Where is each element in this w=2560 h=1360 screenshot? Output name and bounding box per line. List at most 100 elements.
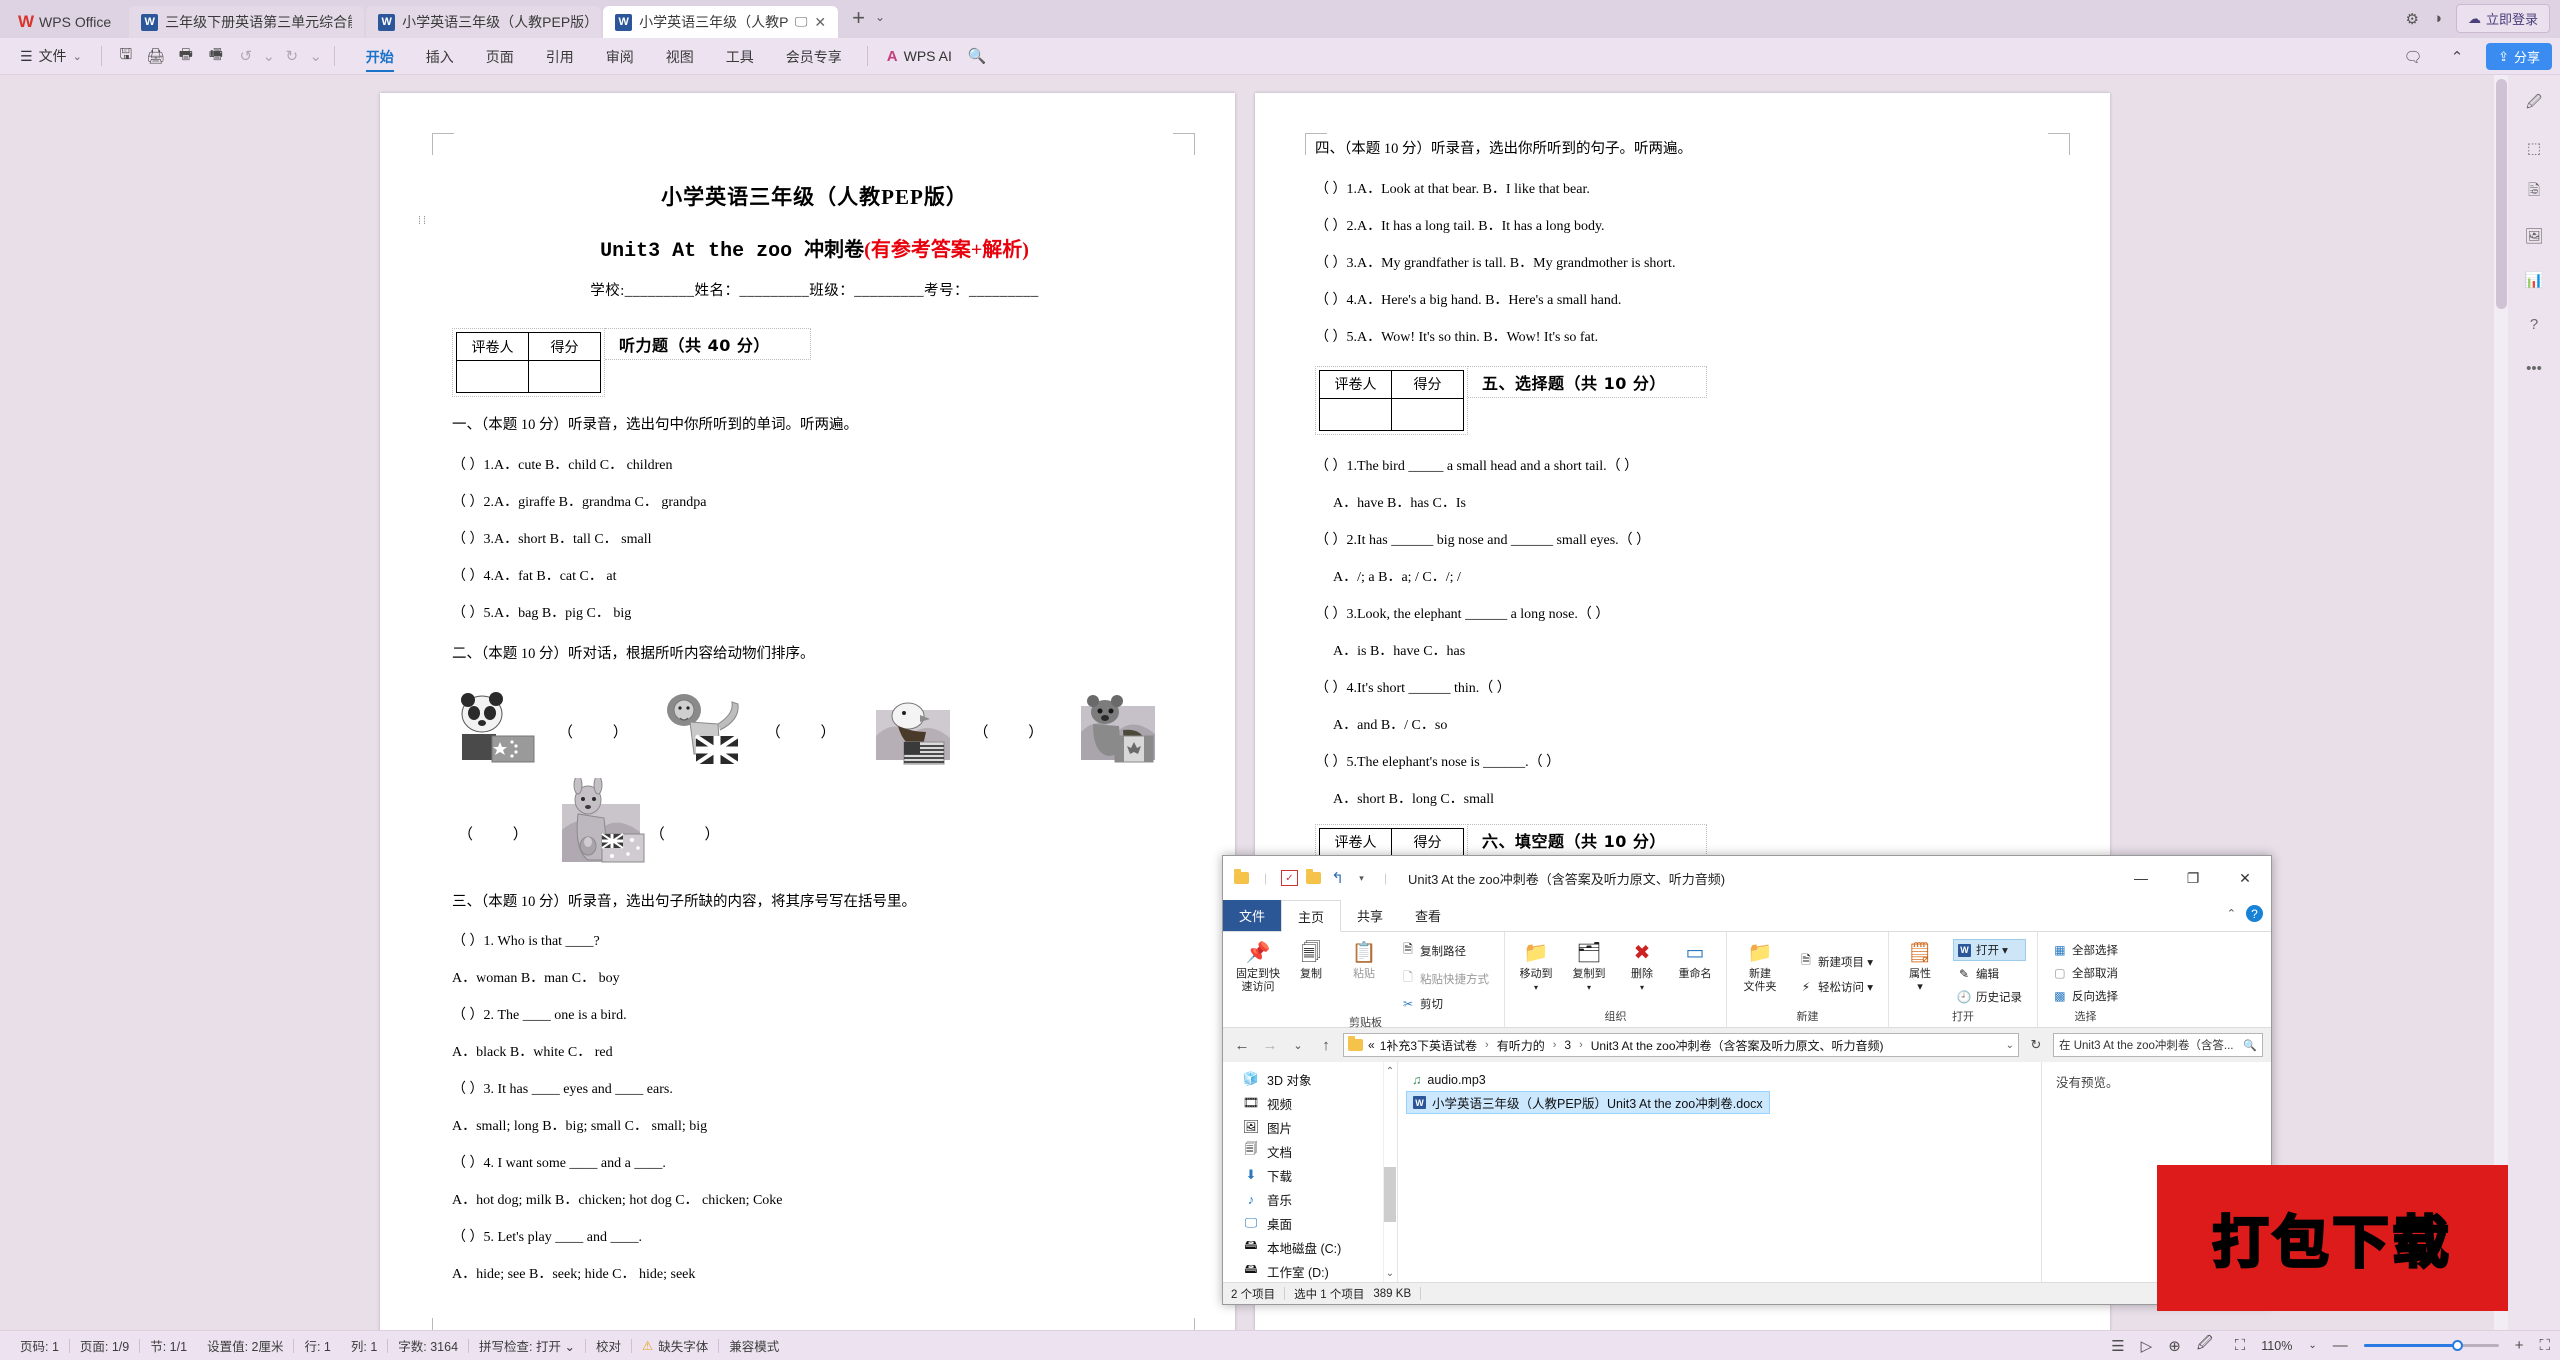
ribbon-tab-insert[interactable]: 插入 xyxy=(410,39,470,74)
chevron-down-icon[interactable]: ▾ xyxy=(1587,983,1591,992)
text-box-icon[interactable]: 🗟 xyxy=(2521,179,2547,205)
search-icon[interactable]: 🔍 xyxy=(2243,1039,2257,1052)
zoom-slider-knob[interactable] xyxy=(2451,1340,2463,1351)
paragraph-handle-icon[interactable]: ⁞⁞ xyxy=(418,215,428,227)
scroll-down-icon[interactable]: ⌄ xyxy=(1384,1266,1396,1280)
question-2-blank-5[interactable]: （ ） xyxy=(644,823,744,870)
address-breadcrumb-box[interactable]: « 1补充3下英语试卷 › 有听力的 › 3 › Unit3 At the zo… xyxy=(1343,1033,2019,1057)
collapse-ribbon-icon[interactable]: ⌃ xyxy=(2227,907,2236,920)
chevron-down-icon[interactable]: ▾ xyxy=(1640,983,1644,992)
chevron-down-icon[interactable]: ▾ xyxy=(1534,983,1538,992)
copy-path-button[interactable]: 🗎 复制路径 xyxy=(1397,938,1493,963)
outline-icon[interactable]: ☰ xyxy=(2111,1337,2124,1355)
zoom-slider[interactable] xyxy=(2363,1340,2499,1351)
document-tab-1[interactable]: W 三年级下册英语第三单元综合能力提( xyxy=(129,6,365,38)
status-missing-font[interactable]: ⚠ 缺失字体 xyxy=(632,1336,718,1355)
file-menu-button[interactable]: ☰ 文件 ⌄ xyxy=(10,46,92,66)
folder-icon[interactable] xyxy=(1233,869,1250,886)
comment-icon[interactable]: 🗨 xyxy=(2398,44,2428,70)
address-chevron-down-icon[interactable]: ⌄ xyxy=(2006,1040,2014,1051)
edit-button[interactable]: ✎ 编辑 xyxy=(1953,964,2026,984)
ribbon-tab-tools[interactable]: 工具 xyxy=(710,39,770,74)
search-icon[interactable]: 🔍 xyxy=(962,43,992,69)
ribbon-tab-page[interactable]: 页面 xyxy=(470,39,530,74)
copy-to-button[interactable]: 🗂 复制到 ▾ xyxy=(1565,936,1613,1010)
maximize-button[interactable]: ❐ xyxy=(2167,856,2219,900)
list-item[interactable]: W 小学英语三年级（人教PEP版）Unit3 At the zoo冲刺卷.doc… xyxy=(1406,1091,1770,1114)
pin-to-quick-access-button[interactable]: 📌 固定到快 速访问 xyxy=(1234,936,1282,1016)
recent-locations-chevron-down-icon[interactable]: ⌄ xyxy=(1287,1039,1309,1052)
edit-lock-icon[interactable]: 🖉 xyxy=(2521,91,2547,117)
invert-selection-button[interactable]: ▩ 反向选择 xyxy=(2049,986,2122,1006)
select-none-button[interactable]: ▢ 全部取消 xyxy=(2049,963,2122,983)
chart-icon[interactable]: 📊 xyxy=(2521,267,2547,293)
zoom-in-button[interactable]: + xyxy=(2515,1337,2524,1354)
minimize-button[interactable]: — xyxy=(2115,856,2167,900)
cut-button[interactable]: ✂ 剪切 xyxy=(1397,994,1493,1014)
score-table-cell[interactable] xyxy=(528,360,601,393)
sidebar-item-desktop[interactable]: 🖵 桌面 xyxy=(1223,1211,1397,1235)
question-2-blank-1[interactable]: （ ） xyxy=(544,721,660,768)
redo-icon[interactable]: ↻ xyxy=(277,43,307,69)
status-word-count[interactable]: 字数: 3164 xyxy=(388,1336,468,1355)
monitor-icon[interactable]: 🖵 xyxy=(795,14,808,30)
login-button[interactable]: ☁ 立即登录 xyxy=(2455,4,2550,33)
score-table-cell[interactable] xyxy=(1319,397,1392,431)
document-tab-2[interactable]: W 小学英语三年级（人教PEP版）Unit3 xyxy=(366,6,602,38)
paste-shortcut-button[interactable]: 🗋 粘贴快捷方式 xyxy=(1397,966,1493,991)
breadcrumb-item-3[interactable]: 3 xyxy=(1564,1038,1571,1052)
new-folder-icon[interactable] xyxy=(1305,869,1322,886)
select-all-button[interactable]: ▦ 全部选择 xyxy=(2049,940,2122,960)
select-icon[interactable]: ⬚ xyxy=(2521,135,2547,161)
refresh-icon[interactable]: ↻ xyxy=(2025,1037,2047,1053)
explorer-tab-home[interactable]: 主页 xyxy=(1281,900,1342,932)
undo-icon[interactable]: ↺ xyxy=(231,43,261,69)
history-button[interactable]: 🕘 历史记录 xyxy=(1953,987,2026,1007)
status-spellcheck[interactable]: 拼写检查: 打开 ⌄ xyxy=(469,1336,585,1355)
collapse-ribbon-icon[interactable]: ⌃ xyxy=(2442,44,2472,70)
up-button[interactable]: ↑ xyxy=(1315,1037,1337,1054)
pen-icon[interactable]: 🖉 xyxy=(2197,1333,2213,1358)
sidebar-item-local-disk-c[interactable]: 🖴 本地磁盘 (C:) xyxy=(1223,1235,1397,1259)
move-to-button[interactable]: 📁 移动到 ▾ xyxy=(1512,936,1560,1010)
sidebar-item-videos[interactable]: 🎞 视频 xyxy=(1223,1091,1397,1115)
theme-icon[interactable]: ◑ xyxy=(2433,10,2442,27)
document-scrollbar-thumb[interactable] xyxy=(2496,79,2507,309)
zoom-chevron-down-icon[interactable]: ⌄ xyxy=(2308,1340,2316,1351)
file-explorer-window[interactable]: | ✓ ↰ ▾ | Unit3 At the zoo冲刺卷（含答案及听力原文、听… xyxy=(1222,855,2272,1305)
close-button[interactable]: ✕ xyxy=(2219,856,2271,900)
ribbon-tab-review[interactable]: 审阅 xyxy=(590,39,650,74)
print-search-icon[interactable]: 🖷 xyxy=(201,43,231,69)
explorer-tab-share[interactable]: 共享 xyxy=(1341,900,1399,931)
forward-button[interactable]: → xyxy=(1259,1037,1281,1054)
question-2-blank-3[interactable]: （ ） xyxy=(960,721,1076,768)
close-icon[interactable]: ✕ xyxy=(814,14,826,31)
web-icon[interactable]: ⊕ xyxy=(2168,1337,2181,1355)
scroll-up-icon[interactable]: ⌃ xyxy=(1384,1064,1396,1078)
explorer-file-list[interactable]: ♫ audio.mp3 W 小学英语三年级（人教PEP版）Unit3 At th… xyxy=(1398,1062,2041,1282)
breadcrumb-item-1[interactable]: 1补充3下英语试卷 xyxy=(1380,1037,1477,1054)
sidebar-item-music[interactable]: ♪ 音乐 xyxy=(1223,1187,1397,1211)
ribbon-tab-member[interactable]: 会员专享 xyxy=(770,39,858,74)
fit-page-icon[interactable]: ⛶ xyxy=(2229,1337,2246,1354)
explorer-title-bar[interactable]: | ✓ ↰ ▾ | Unit3 At the zoo冲刺卷（含答案及听力原文、听… xyxy=(1223,856,2271,900)
undo-chevron-down-icon[interactable]: ⌄ xyxy=(261,43,277,69)
print-preview-icon[interactable]: 🖨 xyxy=(141,43,171,69)
search-input[interactable]: 在 Unit3 At the zoo冲刺卷（含答... 🔍 xyxy=(2053,1033,2263,1057)
ribbon-tab-start[interactable]: 开始 xyxy=(350,39,410,74)
explorer-tab-view[interactable]: 查看 xyxy=(1399,900,1457,931)
properties-button[interactable]: 🗒 属性 ▾ xyxy=(1896,936,1944,1010)
open-with-button[interactable]: W 打开 ▾ xyxy=(1952,939,2026,961)
tab-list-chevron-down-icon[interactable]: ⌄ xyxy=(875,10,885,28)
wps-office-logo[interactable]: W WPS Office xyxy=(8,6,128,38)
print-icon[interactable]: 🖶 xyxy=(171,43,201,69)
customize-caret-icon[interactable]: ▾ xyxy=(1353,870,1370,886)
properties-icon[interactable]: ✓ xyxy=(1281,870,1298,886)
play-icon[interactable]: ▷ xyxy=(2141,1337,2153,1355)
new-item-button[interactable]: 🗎 新建项目 ▾ xyxy=(1795,949,1877,974)
help-icon[interactable]: ? xyxy=(2521,311,2547,337)
list-item[interactable]: ♫ audio.mp3 xyxy=(1406,1068,1492,1091)
question-2-blank-4[interactable]: （ ） xyxy=(452,823,552,870)
sidebar-item-disk-d[interactable]: 🖴 工作室 (D:) xyxy=(1223,1259,1397,1282)
breadcrumb-item-2[interactable]: 有听力的 xyxy=(1497,1037,1545,1054)
